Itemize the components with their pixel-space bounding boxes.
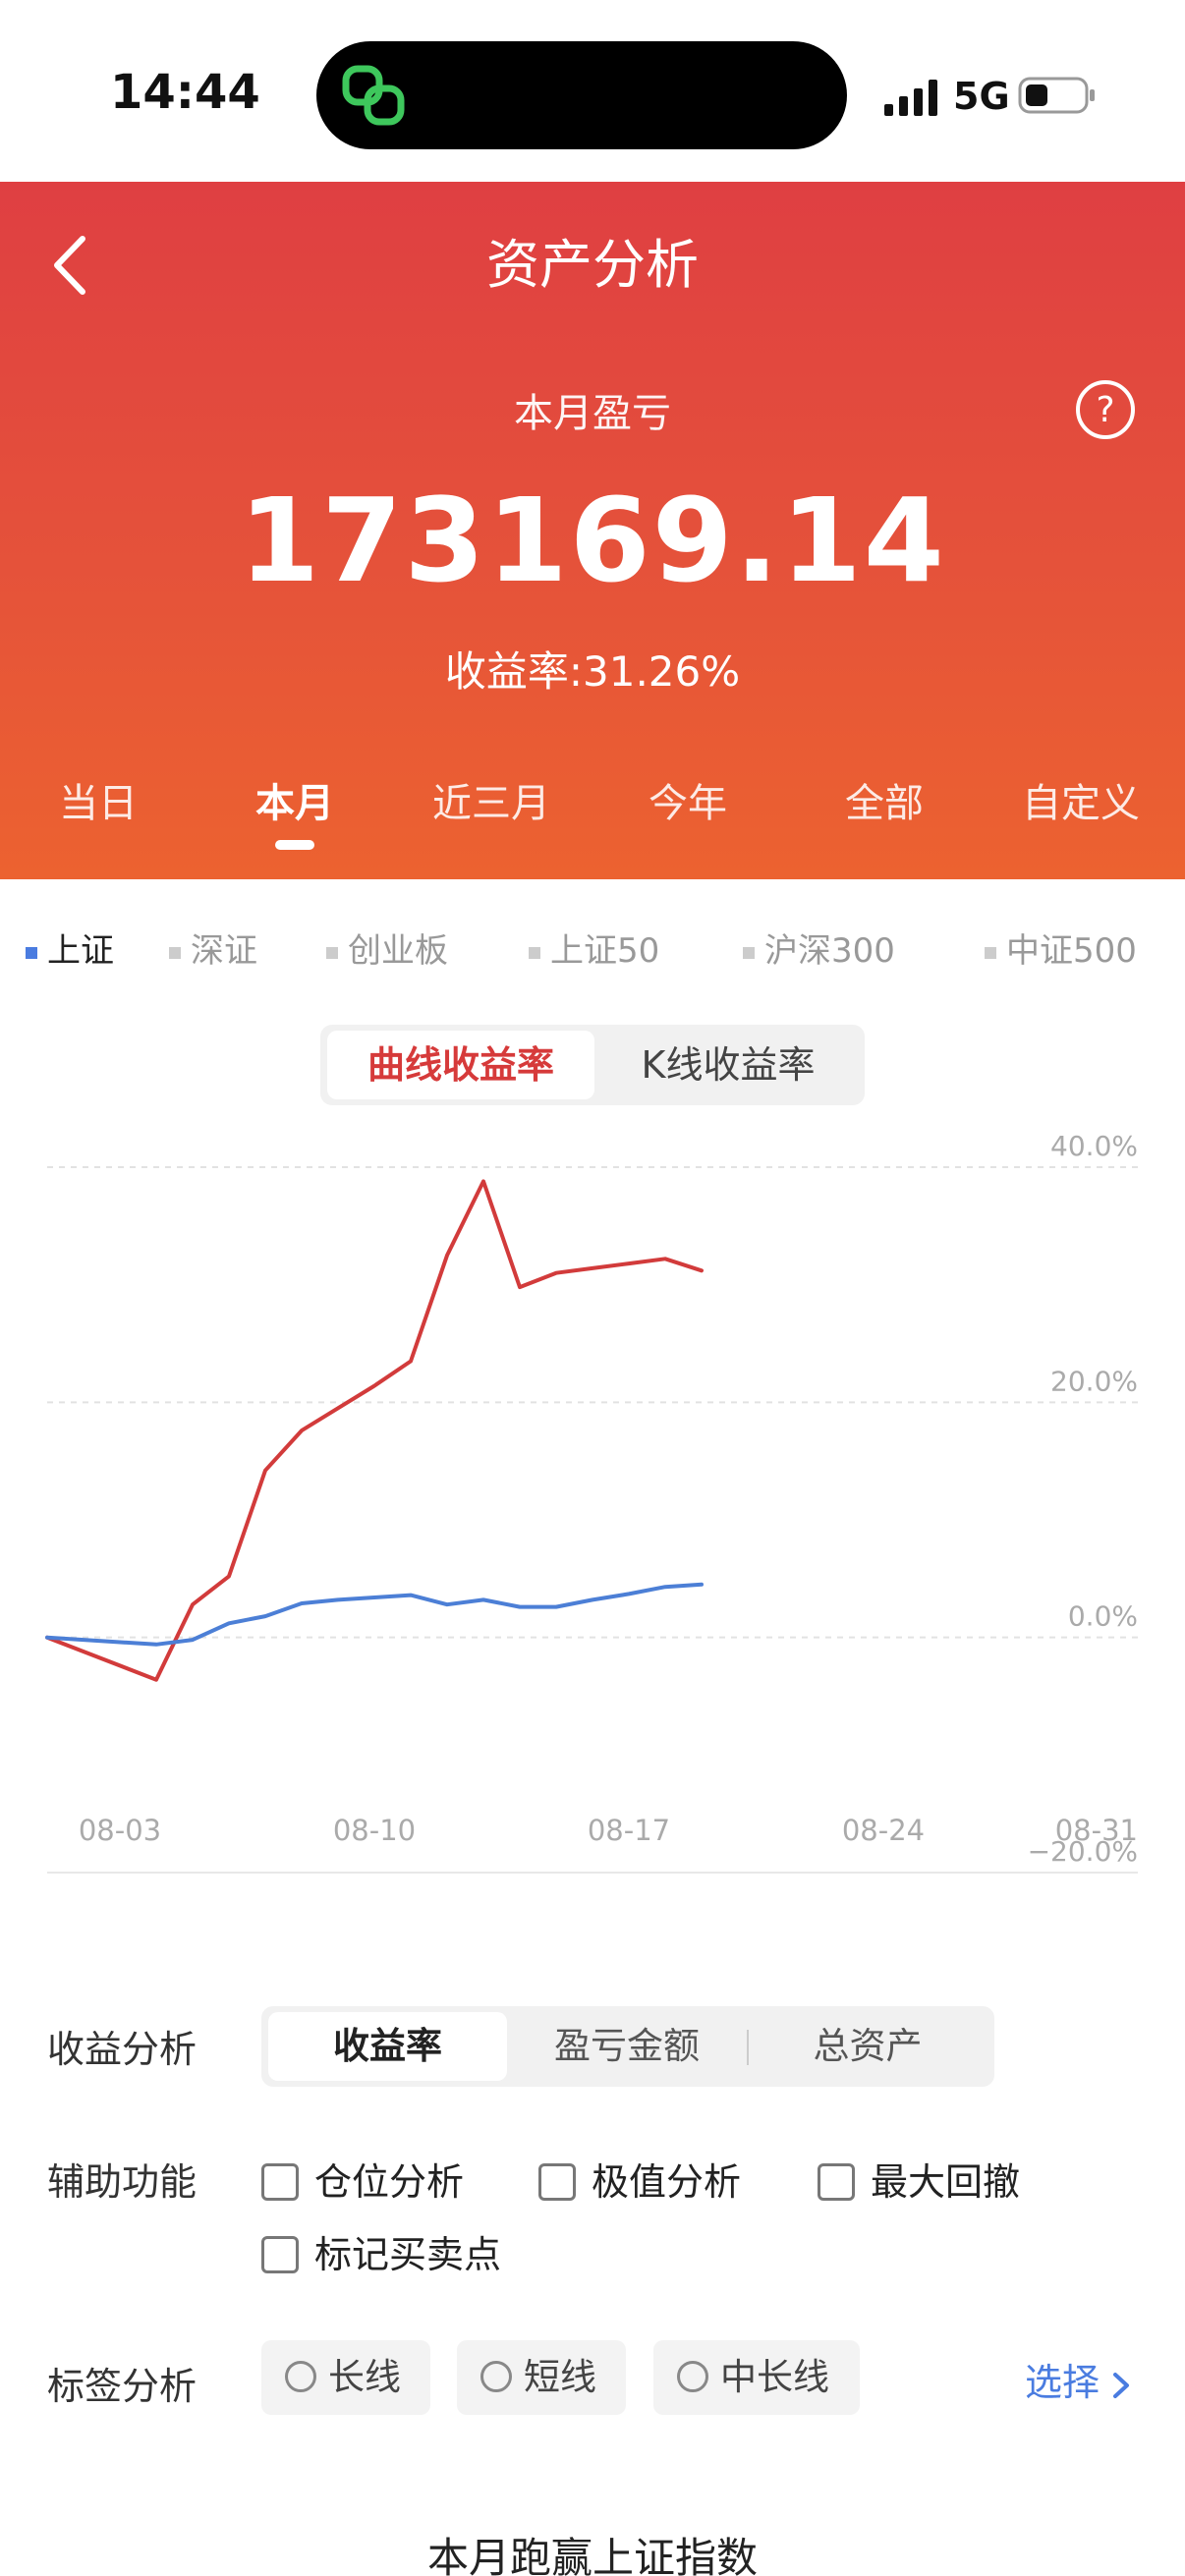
legend-square xyxy=(169,946,181,959)
tab-this-year[interactable]: 今年 xyxy=(590,771,786,828)
max-drawdown-checkbox[interactable]: 最大回撤 xyxy=(818,2152,1020,2206)
tab-this-month[interactable]: 本月 xyxy=(197,771,393,828)
active-tab-indicator xyxy=(275,840,314,850)
link-app-icon xyxy=(342,65,405,126)
checkbox-label: 极值分析 xyxy=(592,2160,742,2204)
x-tick-label: 08-31 xyxy=(1055,1814,1138,1847)
tab-all[interactable]: 全部 xyxy=(786,771,983,828)
index-chinext[interactable]: 创业板 xyxy=(326,924,448,972)
index-sse50[interactable]: 上证50 xyxy=(529,924,659,972)
index-label: 上证50 xyxy=(550,931,660,971)
index-return-line xyxy=(45,1582,704,1647)
tag-label: 中长线 xyxy=(720,2356,829,2398)
status-bar: 14:44 5G xyxy=(0,0,1185,182)
network-type: 5G xyxy=(953,75,1010,118)
asset-header: 资产分析 本月盈亏 ? 173169.14 收益率:31.26% 当日 本月 近… xyxy=(0,182,1185,879)
help-icon[interactable]: ? xyxy=(1074,378,1137,441)
index-csi300[interactable]: 沪深300 xyxy=(743,924,895,972)
signal-icon xyxy=(884,80,937,116)
outperform-title: 本月跑赢上证指数 xyxy=(426,2534,758,2576)
checkbox-label: 标记买卖点 xyxy=(314,2233,502,2276)
index-label: 创业板 xyxy=(348,931,448,971)
chevron-right-icon xyxy=(1113,2372,1130,2398)
status-time: 14:44 xyxy=(110,65,260,120)
checkbox-box xyxy=(818,2162,855,2201)
tag-label: 长线 xyxy=(328,2356,401,2398)
index-shenzhen[interactable]: 深证 xyxy=(169,924,257,972)
chart-mode-toggle: 曲线收益率 K线收益率 xyxy=(320,1025,865,1105)
dynamic-island xyxy=(316,41,847,149)
return-rate: 收益率:31.26% xyxy=(444,647,741,696)
checkbox-box xyxy=(261,2235,299,2273)
battery-icon xyxy=(1018,77,1095,114)
position-analysis-checkbox[interactable]: 仓位分析 xyxy=(261,2152,464,2206)
segment-pnl-amount[interactable]: 盈亏金额 xyxy=(507,2012,747,2081)
page-title: 资产分析 xyxy=(486,234,699,296)
return-chart: 40.0%20.0%0.0%−20.0%08-03 08-10 08-17 08-24… xyxy=(45,1130,1138,1874)
index-csi500[interactable]: 中证500 xyxy=(985,924,1137,972)
tab-today[interactable]: 当日 xyxy=(0,771,197,828)
extreme-analysis-checkbox[interactable]: 极值分析 xyxy=(538,2152,741,2206)
aux-functions-label: 辅助功能 xyxy=(47,2160,198,2204)
tag-label: 短线 xyxy=(524,2356,596,2398)
radio-icon xyxy=(285,2360,316,2392)
y-tick-label: 40.0% xyxy=(1050,1130,1138,1162)
select-tags-link[interactable]: 选择 xyxy=(1025,2352,1131,2406)
tag-mid-long-term[interactable]: 中长线 xyxy=(653,2340,860,2415)
y-tick-label: 20.0% xyxy=(1050,1365,1138,1397)
y-tick-label: 0.0% xyxy=(1068,1600,1138,1633)
checkbox-label: 仓位分析 xyxy=(314,2160,465,2204)
index-shanghai[interactable]: 上证 xyxy=(26,924,114,972)
legend-square xyxy=(985,946,996,959)
pnl-amount: 173169.14 xyxy=(239,473,946,608)
index-selector: 上证 深证 创业板 上证50 沪深300 中证500 xyxy=(0,924,1185,973)
index-label: 深证 xyxy=(191,931,257,971)
x-tick-label: 08-17 xyxy=(588,1814,670,1847)
checkbox-label: 最大回撤 xyxy=(871,2160,1021,2204)
index-label: 沪深300 xyxy=(764,931,895,971)
svg-text:?: ? xyxy=(1096,390,1114,430)
legend-square xyxy=(529,946,540,959)
mark-trades-checkbox[interactable]: 标记买卖点 xyxy=(261,2224,501,2278)
profit-analysis-segment: 收益率 盈亏金额 总资产 xyxy=(261,2006,994,2087)
curve-return-button[interactable]: 曲线收益率 xyxy=(327,1031,594,1099)
radio-icon xyxy=(677,2360,708,2392)
x-tick-label: 08-10 xyxy=(333,1814,416,1847)
checkbox-box xyxy=(538,2162,576,2201)
select-label: 选择 xyxy=(1025,2361,1100,2404)
monthly-pnl-label: 本月盈亏 xyxy=(514,391,671,436)
tag-short-term[interactable]: 短线 xyxy=(457,2340,626,2415)
kline-return-button[interactable]: K线收益率 xyxy=(597,1031,859,1099)
legend-square xyxy=(26,946,37,959)
period-tabs: 当日 本月 近三月 今年 全部 自定义 xyxy=(0,771,1185,850)
checkbox-box xyxy=(261,2162,299,2201)
profit-analysis-label: 收益分析 xyxy=(47,2028,198,2071)
tag-analysis-label: 标签分析 xyxy=(47,2365,198,2408)
x-tick-label: 08-24 xyxy=(842,1814,925,1847)
portfolio-return-line xyxy=(45,1179,704,1682)
index-label: 上证 xyxy=(47,931,114,971)
legend-square xyxy=(743,946,755,959)
tab-three-months[interactable]: 近三月 xyxy=(393,771,590,828)
tag-long-term[interactable]: 长线 xyxy=(261,2340,430,2415)
segment-return-rate[interactable]: 收益率 xyxy=(268,2012,507,2081)
index-label: 中证500 xyxy=(1006,931,1137,971)
x-tick-label: 08-03 xyxy=(79,1814,161,1847)
legend-square xyxy=(326,946,338,959)
segment-total-assets[interactable]: 总资产 xyxy=(747,2012,988,2081)
radio-icon xyxy=(480,2360,512,2392)
tab-custom[interactable]: 自定义 xyxy=(983,771,1179,828)
